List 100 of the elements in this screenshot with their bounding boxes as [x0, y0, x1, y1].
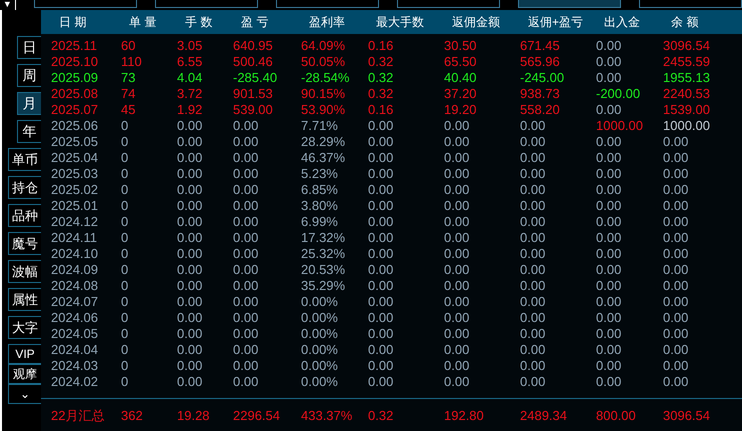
- table-cell-text: 0.32: [367, 407, 394, 426]
- table-cell-text: 0.00: [519, 326, 546, 342]
- table-cell-text: 0.00: [367, 182, 394, 198]
- column-header[interactable]: 单 量: [111, 13, 167, 31]
- table-cell-text: 938.73: [519, 86, 561, 102]
- table-cell-text: 0.00: [662, 150, 690, 166]
- sidebar-tab[interactable]: 周: [17, 64, 41, 87]
- input-field[interactable]: [154, 0, 258, 8]
- input-field[interactable]: [396, 0, 500, 8]
- table-cell-text: 0.00: [443, 198, 470, 214]
- table-cell-text: 0.00: [519, 214, 546, 230]
- table-cell-text: 0.00: [443, 278, 470, 294]
- sidebar-tab[interactable]: 波幅: [8, 260, 41, 283]
- table-cell-text: 0.00: [519, 342, 546, 358]
- table-cell-text: 2024.03: [50, 358, 99, 374]
- table-cell-text: 2024.12: [50, 214, 99, 230]
- table-cell-text: 0.00: [232, 118, 260, 134]
- table-cell-text: 0.00: [232, 134, 260, 150]
- table-cell-text: 0: [120, 310, 130, 326]
- table-cell-text: 0.00: [176, 118, 204, 134]
- table-cell-text: 0.00: [367, 166, 394, 182]
- column-header[interactable]: 最大手数: [358, 13, 434, 31]
- table-cell-text: 3.72: [176, 86, 204, 102]
- table-cell-text: 0.00: [519, 166, 546, 182]
- table-cell-text: 0: [120, 198, 130, 214]
- column-header[interactable]: 日 期: [41, 13, 111, 31]
- table-cell-text: 0.00: [519, 182, 546, 198]
- table-cell-text: 0.00: [367, 310, 394, 326]
- sidebar-tab[interactable]: 魔号: [8, 232, 41, 255]
- sidebar-tab[interactable]: 单币: [8, 148, 41, 171]
- table-cell-text: 3.05: [176, 38, 204, 54]
- column-header[interactable]: 手 数: [167, 13, 223, 31]
- table-cell-text: 0.00: [662, 310, 690, 326]
- sidebar-tab[interactable]: ⌄: [8, 384, 41, 404]
- table-cell-text: 0.00: [519, 278, 546, 294]
- table-cell-text: 0.00%: [300, 374, 339, 390]
- table-cell-text: 0: [120, 118, 130, 134]
- column-header[interactable]: 盈利率: [291, 13, 358, 31]
- table-cell-text: 0.00: [662, 246, 690, 262]
- input-field[interactable]: [34, 0, 137, 8]
- table-cell-text: 110: [120, 54, 143, 70]
- table-cell-text: 0.00: [519, 374, 546, 390]
- table-cell-text: 0.00: [232, 310, 260, 326]
- sidebar-tab[interactable]: 月: [17, 92, 41, 115]
- sidebar-tab[interactable]: 年: [17, 120, 41, 143]
- table-cell-text: 0.00: [595, 54, 622, 70]
- table-cell-text: 35.29%: [300, 278, 346, 294]
- table-cell-text: 0: [120, 246, 130, 262]
- column-header[interactable]: 返佣+盈亏: [510, 13, 586, 31]
- sidebar-tab[interactable]: 大字: [8, 316, 41, 339]
- column-header[interactable]: 盈 亏: [223, 13, 291, 31]
- table-cell-text: 0.00: [367, 118, 394, 134]
- table-cell-text: 0.32: [367, 54, 394, 70]
- table-cell-text: 0.00: [595, 326, 622, 342]
- input-field[interactable]: [276, 0, 379, 8]
- table-cell-text: 0.00: [519, 358, 546, 374]
- table-cell-text: 0.00: [367, 294, 394, 310]
- table-cell-text: 0.16: [367, 102, 394, 118]
- column-header[interactable]: 返佣金额: [434, 13, 510, 31]
- table-cell-text: 1955.13: [662, 70, 711, 86]
- table-cell-text: 558.20: [519, 102, 561, 118]
- table-cell-text: 1.92: [176, 102, 204, 118]
- sidebar-tab[interactable]: 日: [17, 36, 41, 59]
- table-cell-text: 0: [120, 294, 130, 310]
- table-cell-text: 0.00: [367, 214, 394, 230]
- table-cell-text: 0.00: [595, 150, 622, 166]
- column-header[interactable]: 出入金: [586, 13, 653, 31]
- table-cell-text: 0.00: [232, 150, 260, 166]
- sidebar-tab[interactable]: 持仓: [8, 176, 41, 199]
- sidebar-tab[interactable]: 观摩: [8, 364, 41, 384]
- table-cell-text: 0.00: [367, 358, 394, 374]
- table-cell-text: 0.00: [519, 230, 546, 246]
- table-cell-text: 2025.09: [50, 70, 99, 86]
- table-cell-text: 0.00: [176, 214, 204, 230]
- table-cell-text: 0.00: [443, 374, 470, 390]
- sidebar-tab[interactable]: 品种: [8, 204, 41, 227]
- table-cell-text: 0.00: [367, 326, 394, 342]
- sidebar-tab[interactable]: VIP: [8, 344, 41, 364]
- table-cell-text: 0.00: [443, 134, 470, 150]
- table-cell-text: 0: [120, 214, 130, 230]
- sidebar-tab[interactable]: 属性: [8, 288, 41, 311]
- table-cell-text: 671.45: [519, 38, 561, 54]
- table-cell-text: 2024.04: [50, 342, 99, 358]
- input-field[interactable]: [518, 0, 621, 8]
- table-cell-text: 0.00: [662, 278, 690, 294]
- table-cell-text: 2240.53: [662, 86, 711, 102]
- table-cell-text: 0.00: [595, 134, 622, 150]
- table-cell-text: 0.00: [595, 342, 622, 358]
- table-cell-text: 0.00: [232, 166, 260, 182]
- table-cell-text: 22月汇总: [50, 407, 106, 426]
- table-cell-text: 2025.04: [50, 150, 99, 166]
- column-header[interactable]: 余 额: [653, 13, 733, 31]
- table-cell-text: 19.28: [176, 407, 211, 426]
- table-cell-text: 0.00: [176, 358, 204, 374]
- input-field[interactable]: [638, 0, 742, 8]
- table-cell-text: 0.00: [367, 150, 394, 166]
- table-cell-text: 0.16: [367, 38, 394, 54]
- table-cell-text: 2024.07: [50, 294, 99, 310]
- table-cell-text: 19.20: [443, 102, 478, 118]
- table-cell-text: 2025.07: [50, 102, 99, 118]
